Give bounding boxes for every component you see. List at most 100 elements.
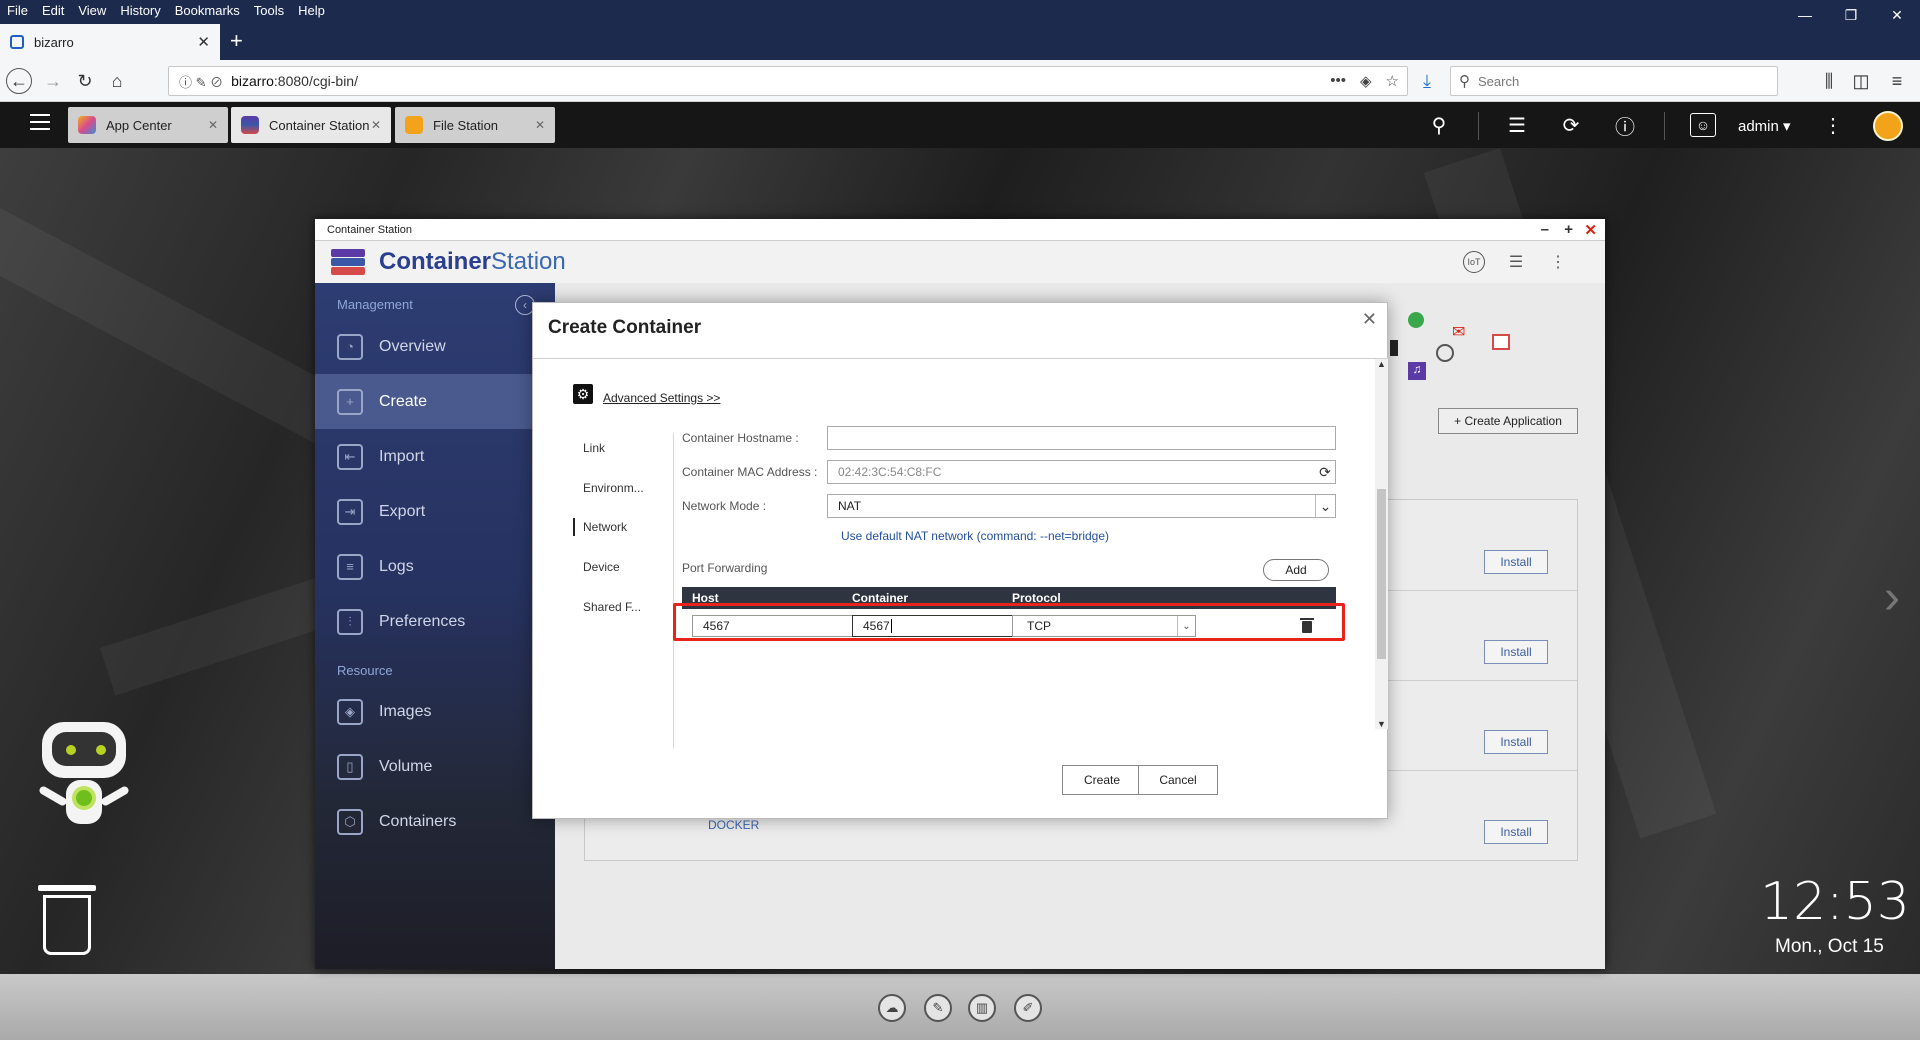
cancel-button[interactable]: Cancel: [1138, 765, 1218, 795]
pocket-icon[interactable]: ◈: [1360, 72, 1372, 90]
iot-icon[interactable]: IoT: [1463, 251, 1485, 273]
sidebar-item-preferences[interactable]: ⫶ Preferences: [315, 594, 555, 649]
hostname-field[interactable]: [827, 426, 1336, 450]
export-icon: ⇥: [337, 498, 363, 525]
menu-view[interactable]: View: [71, 3, 113, 18]
dock-notes-icon[interactable]: ✐: [1014, 994, 1042, 1022]
tasks-icon[interactable]: ☰: [1505, 251, 1527, 273]
tab-file-station[interactable]: File Station ✕: [395, 107, 555, 143]
bookmark-star-icon[interactable]: ☆: [1386, 72, 1399, 90]
close-tab-icon[interactable]: ✕: [535, 118, 545, 132]
close-icon[interactable]: ✕: [1584, 221, 1597, 239]
sidebar-item-label: Logs: [379, 557, 414, 575]
sidebar-item-images[interactable]: ◈ Images: [315, 684, 555, 739]
maximize-icon[interactable]: +: [1564, 221, 1573, 238]
user-menu[interactable]: admin ▾: [1738, 117, 1791, 135]
page-actions-icon[interactable]: •••: [1330, 72, 1346, 90]
external-devices-icon[interactable]: ⟳: [1558, 113, 1584, 137]
sidebar-item-logs[interactable]: ≡ Logs: [315, 539, 555, 594]
search-placeholder: Search: [1478, 73, 1520, 89]
menu-edit[interactable]: Edit: [35, 3, 71, 18]
browser-tab[interactable]: bizarro ✕: [0, 24, 220, 60]
home-button[interactable]: ⌂: [104, 68, 130, 94]
scrollbar-thumb[interactable]: [1377, 489, 1386, 659]
sidebar-item-overview[interactable]: ◔ Overview: [315, 319, 555, 374]
forward-button[interactable]: →: [40, 68, 66, 94]
install-button[interactable]: Install: [1484, 730, 1548, 754]
search-input[interactable]: ⚲ Search: [1450, 66, 1778, 96]
tab-network[interactable]: Network: [572, 518, 627, 536]
new-tab-button[interactable]: +: [230, 28, 243, 54]
menu-tools[interactable]: Tools: [247, 3, 291, 18]
create-application-button[interactable]: + Create Application: [1438, 408, 1578, 434]
menu-help[interactable]: Help: [291, 3, 332, 18]
scroll-up-icon[interactable]: ▲: [1375, 359, 1388, 369]
menu-bookmarks[interactable]: Bookmarks: [168, 3, 247, 18]
close-tab-icon[interactable]: ✕: [208, 118, 218, 132]
hostname-label: Container Hostname :: [682, 431, 799, 445]
tab-app-center[interactable]: App Center ✕: [68, 107, 228, 143]
docker-label: DOCKER: [708, 818, 760, 832]
more-options-icon[interactable]: ⋮: [1820, 113, 1846, 137]
helpdesk-robot-icon[interactable]: [28, 718, 140, 846]
sidebar-toggle-icon[interactable]: ◫: [1848, 68, 1874, 94]
next-desktop-arrow-icon[interactable]: ›: [1884, 570, 1900, 625]
dock-cloud-icon[interactable]: ☁: [878, 994, 906, 1022]
reload-button[interactable]: ↻: [72, 68, 98, 94]
refresh-icon[interactable]: ⟳: [1315, 461, 1335, 483]
downloads-icon[interactable]: ⤓: [1414, 68, 1440, 94]
tab-link[interactable]: Link: [583, 441, 605, 455]
menu-history[interactable]: History: [113, 3, 167, 18]
sidebar-item-volume[interactable]: ▯ Volume: [315, 739, 555, 794]
sidebar-item-export[interactable]: ⇥ Export: [315, 484, 555, 539]
create-button[interactable]: Create: [1062, 765, 1142, 795]
tab-container-station[interactable]: Container Station ✕: [231, 107, 391, 143]
close-tab-icon[interactable]: ✕: [371, 118, 381, 132]
nat-hint: Use default NAT network (command: --net=…: [841, 529, 1110, 543]
scroll-down-icon[interactable]: ▼: [1375, 719, 1388, 729]
tab-device[interactable]: Device: [583, 560, 620, 574]
notifications-icon[interactable]: ⓘ: [1612, 113, 1638, 139]
menu-file[interactable]: File: [0, 3, 35, 18]
url-text: bizarro:8080/cgi-bin/: [231, 73, 358, 89]
network-mode-select[interactable]: NAT ⌄: [827, 494, 1336, 518]
dialog-scrollbar[interactable]: ▲ ▼: [1375, 359, 1388, 729]
sidebar-item-create[interactable]: + Create: [315, 374, 555, 429]
mac-address-field[interactable]: 02:42:3C:54:C8:FC ⟳: [827, 460, 1336, 484]
open-menu-icon[interactable]: ≡: [1884, 68, 1910, 94]
sidebar: Management ‹ ◔ Overview + Create ⇤ Import ⇥…: [315, 283, 555, 969]
sidebar-item-label: Volume: [379, 757, 433, 775]
close-tab-icon[interactable]: ✕: [197, 33, 210, 51]
main-menu-icon[interactable]: [30, 114, 50, 135]
advanced-settings[interactable]: ⚙ Advanced Settings >>: [573, 383, 720, 405]
window-titlebar: Container Station – + ✕: [315, 219, 1605, 241]
sidebar-item-import[interactable]: ⇤ Import: [315, 429, 555, 484]
dock-manual-icon[interactable]: ▥: [968, 994, 996, 1022]
search-icon[interactable]: ⚲: [1426, 113, 1452, 137]
install-button[interactable]: Install: [1484, 820, 1548, 844]
install-button[interactable]: Install: [1484, 640, 1548, 664]
background-tasks-icon[interactable]: ☰: [1504, 113, 1530, 137]
preferences-icon: ⫶: [337, 608, 363, 635]
back-button[interactable]: ←: [6, 68, 32, 94]
add-port-button[interactable]: Add: [1263, 559, 1329, 581]
mac-address-value: 02:42:3C:54:C8:FC: [838, 465, 942, 479]
tab-shared-folders[interactable]: Shared F...: [583, 600, 641, 614]
minimize-icon[interactable]: –: [1541, 221, 1549, 238]
sidebar-item-containers[interactable]: ⬡ Containers: [315, 794, 555, 849]
tab-environment[interactable]: Environm...: [583, 481, 644, 495]
url-bar[interactable]: ⓘ ✎ ⊘ bizarro:8080/cgi-bin/ ••• ◈ ☆: [168, 66, 1408, 96]
recycle-bin-icon[interactable]: [38, 885, 96, 957]
dashboard-meter-icon[interactable]: [1873, 111, 1903, 141]
sidebar-item-label: Preferences: [379, 612, 466, 630]
more-options-icon[interactable]: ⋮: [1547, 251, 1569, 273]
advanced-settings-link[interactable]: Advanced Settings >>: [603, 391, 720, 405]
library-icon[interactable]: ⫼: [1816, 68, 1842, 94]
site-info-icon[interactable]: ⓘ ✎ ⊘: [179, 72, 223, 91]
dock-tools-icon[interactable]: ✎: [924, 994, 952, 1022]
install-button[interactable]: Install: [1484, 550, 1548, 574]
phone-app-icon: [1390, 340, 1398, 356]
user-icon[interactable]: ☺: [1690, 113, 1716, 137]
sidebar-item-label: Export: [379, 502, 426, 520]
close-icon[interactable]: ✕: [1362, 309, 1377, 330]
